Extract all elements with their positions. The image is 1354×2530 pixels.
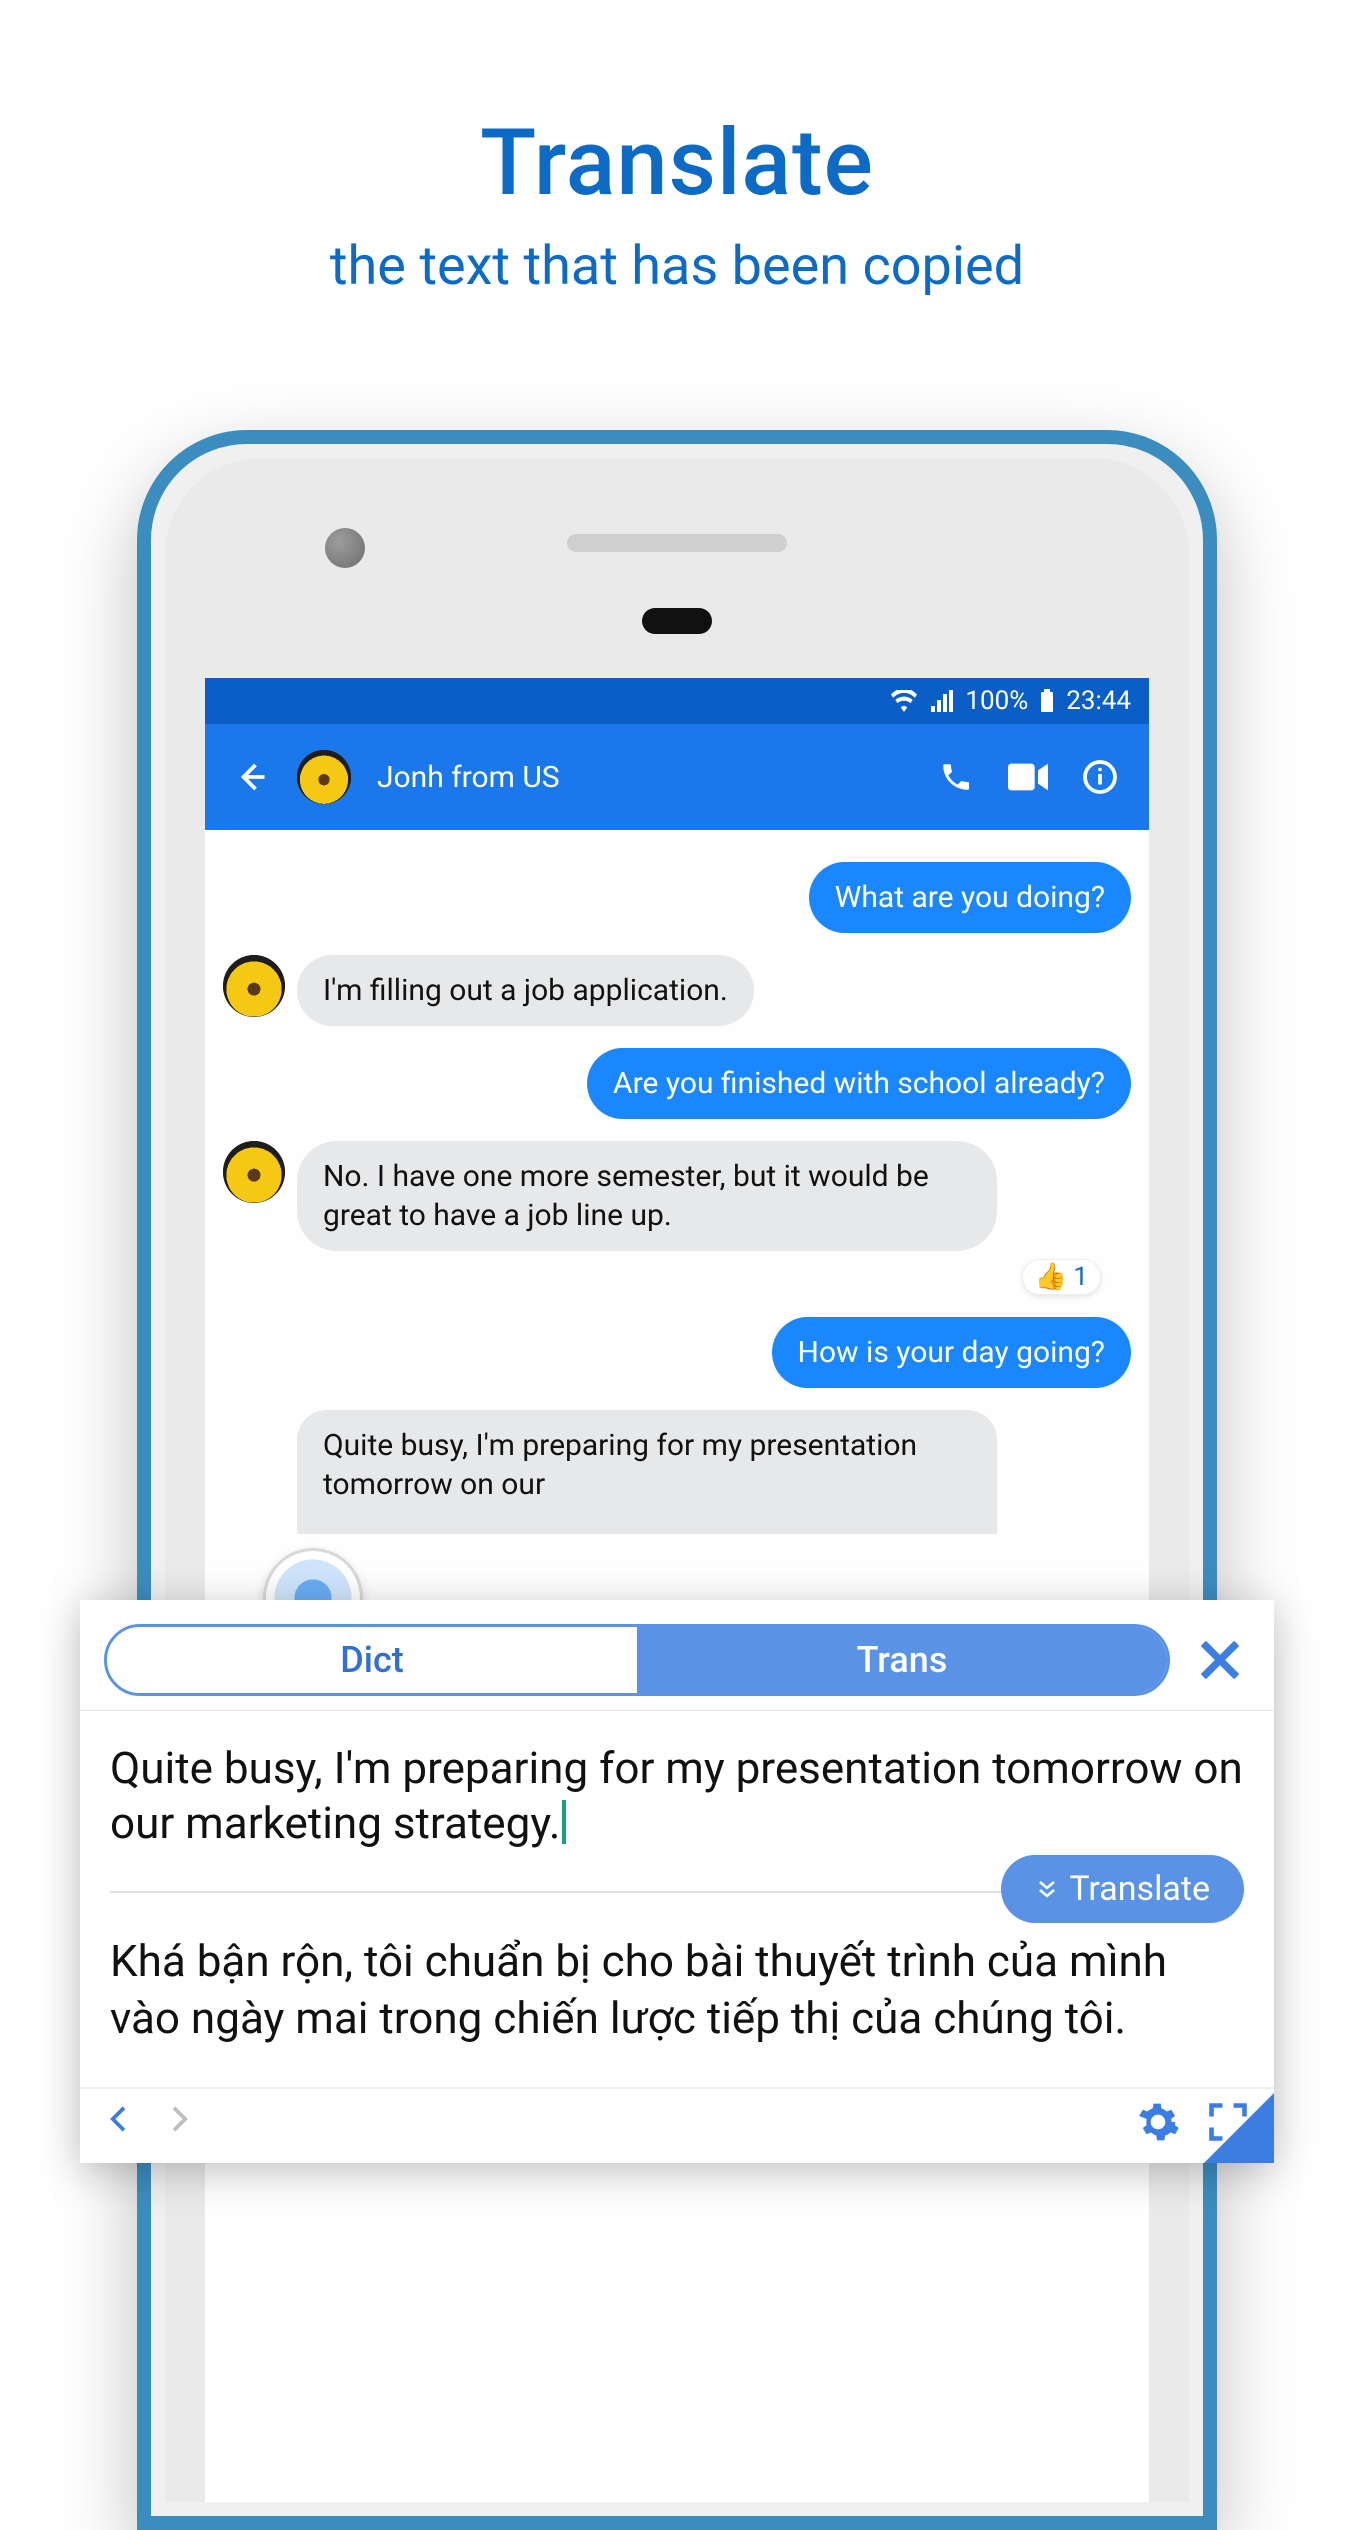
close-button[interactable] (1190, 1630, 1250, 1690)
prev-button[interactable] (104, 2097, 134, 2151)
battery-icon (1040, 689, 1054, 713)
translate-button[interactable]: Translate (1001, 1855, 1244, 1923)
sunflower-icon (297, 750, 351, 804)
sensor-dot-icon (325, 528, 365, 568)
resize-handle[interactable] (1204, 2093, 1274, 2163)
voice-call-button[interactable] (933, 754, 979, 800)
message-row: What are you doing? (223, 862, 1131, 933)
translate-button-label: Translate (1069, 1869, 1210, 1909)
contact-avatar[interactable] (297, 750, 351, 804)
wifi-icon (891, 690, 917, 712)
translate-panel: Dict Trans Quite busy, I'm preparing for… (80, 1600, 1274, 2163)
source-text: Quite busy, I'm preparing for my present… (110, 1742, 1243, 1849)
sunflower-icon (223, 955, 285, 1017)
message-bubble-received[interactable]: I'm filling out a job application. (297, 955, 754, 1026)
message-row: No. I have one more semester, but it wou… (223, 1141, 1131, 1251)
next-button[interactable] (164, 2097, 194, 2151)
message-bubble-received[interactable]: Quite busy, I'm preparing for my present… (297, 1410, 997, 1534)
cellular-signal-icon (929, 690, 953, 712)
chat-header: Jonh from US (205, 724, 1149, 830)
sunflower-icon (223, 1141, 285, 1203)
back-button[interactable] (231, 757, 271, 797)
reaction-count: 1 (1073, 1262, 1088, 1292)
thumbs-up-icon: 👍 (1035, 1262, 1067, 1292)
contact-name[interactable]: Jonh from US (377, 760, 907, 795)
reaction-badge[interactable]: 👍 1 (1022, 1259, 1101, 1295)
promo-heading: Translate the text that has been copied (0, 0, 1354, 298)
reaction-row: 👍 1 (223, 1259, 1131, 1295)
clock-label: 23:44 (1066, 686, 1131, 716)
message-row: Are you finished with school already? (223, 1048, 1131, 1119)
phone-screen: 100% 23:44 Jonh from US (205, 678, 1149, 2502)
message-bubble-sent[interactable]: How is your day going? (772, 1317, 1131, 1388)
text-cursor-icon (562, 1800, 566, 1844)
translate-panel-footer (80, 2087, 1274, 2163)
message-row: Quite busy, I'm preparing for my present… (223, 1410, 1131, 1534)
battery-percent-label: 100% (965, 686, 1028, 716)
mode-segmented-control: Dict Trans (104, 1624, 1170, 1696)
tab-trans[interactable]: Trans (637, 1627, 1167, 1693)
phone-shell: 100% 23:44 Jonh from US (165, 458, 1189, 2502)
speaker-slot-icon (567, 534, 787, 552)
promo-subtitle: the text that has been copied (0, 235, 1354, 298)
camera-pill-icon (642, 608, 712, 634)
sender-avatar[interactable] (223, 1141, 285, 1203)
status-bar: 100% 23:44 (205, 678, 1149, 724)
double-chevron-down-icon (1035, 1877, 1059, 1901)
translate-panel-header: Dict Trans (80, 1600, 1274, 1711)
phone-top-bezel (165, 458, 1189, 678)
message-row: I'm filling out a job application. (223, 955, 1131, 1026)
nav-arrows (104, 2097, 194, 2151)
video-call-button[interactable] (1005, 754, 1051, 800)
message-row: How is your day going? (223, 1317, 1131, 1388)
translate-divider: Translate (110, 1891, 1244, 1893)
message-bubble-sent[interactable]: Are you finished with school already? (587, 1048, 1131, 1119)
sender-avatar[interactable] (223, 955, 285, 1017)
gear-icon (1136, 2100, 1180, 2144)
message-bubble-sent[interactable]: What are you doing? (809, 862, 1131, 933)
phone-frame: 100% 23:44 Jonh from US (137, 430, 1217, 2530)
chat-area[interactable]: What are you doing? I'm filling out a jo… (205, 830, 1149, 1566)
message-bubble-received[interactable]: No. I have one more semester, but it wou… (297, 1141, 997, 1251)
tab-dict[interactable]: Dict (107, 1627, 637, 1693)
settings-button[interactable] (1136, 2100, 1180, 2148)
promo-title: Translate (0, 110, 1354, 217)
info-button[interactable] (1077, 754, 1123, 800)
